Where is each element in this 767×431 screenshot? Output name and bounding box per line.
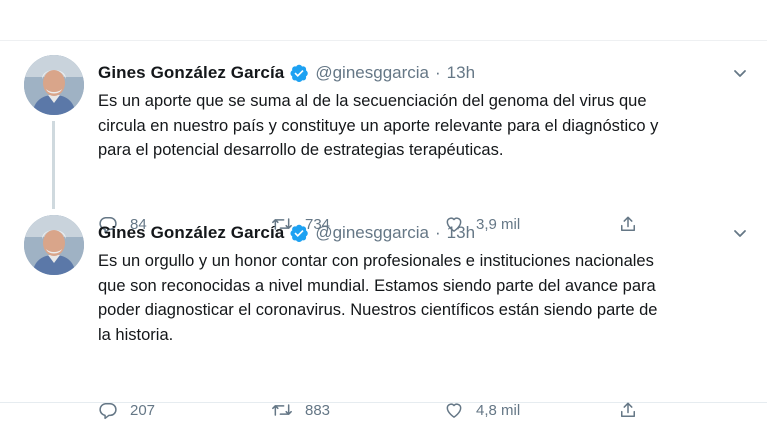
verified-badge-icon <box>289 63 309 83</box>
tweet-text: Es un orgullo y un honor contar con prof… <box>98 249 753 347</box>
thread-connector-line <box>52 121 55 209</box>
separator-dot: · <box>435 223 441 242</box>
like-icon <box>444 400 464 420</box>
tweet-header: Gines González García @ginesggarcia · 13… <box>98 61 475 85</box>
author-avatar[interactable] <box>24 215 84 275</box>
like-button[interactable]: 4,8 mil <box>444 398 520 422</box>
chevron-down-icon[interactable] <box>730 223 750 243</box>
share-button[interactable] <box>618 212 638 236</box>
tweet-timestamp[interactable]: 13h <box>447 223 475 243</box>
author-name[interactable]: Gines González García <box>98 63 284 83</box>
reply-count: 207 <box>130 401 156 419</box>
reply-button[interactable]: 207 <box>98 398 155 422</box>
author-handle[interactable]: @ginesggarcia <box>315 63 429 83</box>
tweet-text: Es un aporte que se suma al de la secuen… <box>98 89 753 163</box>
tweet-text-line: circula en nuestro país y constituye un … <box>98 116 659 135</box>
tweet-text-line: poder diagnosticar el coronavirus. Nuest… <box>98 301 658 319</box>
retweet-button[interactable]: 883 <box>271 398 330 422</box>
author-name[interactable]: Gines González García <box>98 223 284 243</box>
verified-badge-icon <box>289 223 309 243</box>
tweet-text-line: que son reconocidas a nivel mundial. Est… <box>98 276 656 295</box>
retweet-icon <box>271 400 293 420</box>
share-icon <box>618 400 638 420</box>
tweet-thread: Gines González García @ginesggarcia · 13… <box>0 40 767 420</box>
share-button[interactable] <box>618 398 638 422</box>
author-handle[interactable]: @ginesggarcia <box>315 223 429 243</box>
tweet-actions: 207 883 4,8 mil <box>98 398 658 422</box>
tweet-text-line: para el potencial desarrollo de estrateg… <box>98 141 504 159</box>
retweet-count: 883 <box>305 401 331 419</box>
chevron-down-icon[interactable] <box>730 63 750 83</box>
tweet-text-line: Es un aporte que se suma al de la secuen… <box>98 92 647 110</box>
tweet-text-line: Es un orgullo y un honor contar con prof… <box>98 252 654 270</box>
reply-icon <box>98 400 118 420</box>
like-count: 3,9 mil <box>476 215 521 233</box>
share-icon <box>618 214 638 234</box>
tweet-timestamp[interactable]: 13h <box>447 63 475 83</box>
separator-dot: · <box>435 63 441 82</box>
tweet-text-line: la historia. <box>98 325 174 344</box>
like-count: 4,8 mil <box>476 401 521 419</box>
author-avatar[interactable] <box>24 55 84 115</box>
tweet-header: Gines González García @ginesggarcia · 13… <box>98 221 475 245</box>
